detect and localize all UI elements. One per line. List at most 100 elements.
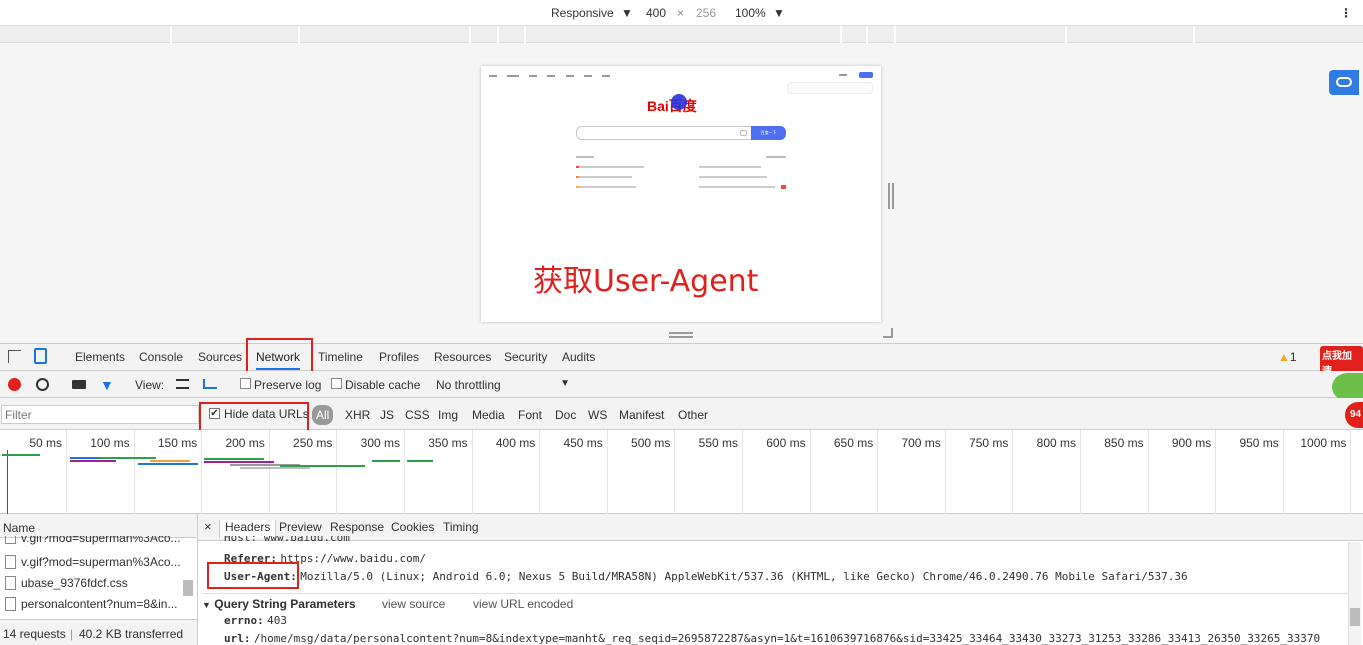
annotation-user-agent-box — [207, 562, 299, 589]
extension-badge[interactable]: 94 — [1345, 402, 1363, 428]
timeline-gridline — [877, 430, 879, 514]
emulated-page[interactable]: Bai百度 百度一下 获取User-Agent — [481, 66, 893, 338]
camera-icon[interactable] — [740, 130, 747, 136]
baidu-top-nav — [489, 73, 629, 77]
warning-count: 1 — [1289, 350, 1297, 364]
baidu-settings-link[interactable] — [839, 74, 847, 76]
more-options-icon[interactable]: ⋮ — [1340, 6, 1352, 20]
view-url-encoded-link[interactable]: view URL encoded — [473, 597, 573, 611]
param-row-errno: errno: 403 — [224, 613, 287, 627]
preserve-log-label: Preserve log — [254, 378, 322, 392]
timeline-tick-label: 200 ms — [225, 436, 265, 450]
tab-timing[interactable]: Timing — [443, 520, 479, 534]
file-icon — [5, 555, 16, 569]
tab-sources[interactable]: Sources — [198, 350, 242, 364]
height-input[interactable]: 256 — [690, 6, 722, 20]
request-list-header[interactable]: Name — [0, 514, 197, 538]
timeline-tick-label: 300 ms — [360, 436, 400, 450]
tab-cookies[interactable]: Cookies — [391, 520, 434, 534]
request-name: v.gif?mod=superman%3Aco... — [21, 555, 181, 569]
filter-type-other[interactable]: Other — [678, 408, 708, 422]
overview-icon[interactable] — [203, 379, 217, 389]
request-name: personalcontent?num=8&in... — [21, 597, 178, 611]
tab-resources[interactable]: Resources — [434, 350, 491, 364]
times-icon: × — [677, 6, 685, 20]
tab-security[interactable]: Security — [504, 350, 547, 364]
clear-icon[interactable] — [36, 378, 49, 391]
devtools-tabbar: Elements Console Sources Network Timelin… — [0, 344, 1363, 378]
tab-timeline[interactable]: Timeline — [318, 350, 363, 364]
filter-type-media[interactable]: Media — [472, 408, 505, 422]
cloud-extension-icon[interactable] — [1329, 70, 1359, 95]
timeline-overview[interactable]: 50 ms 100 ms 150 ms 200 ms 250 ms 300 ms 350 m… — [0, 430, 1363, 514]
media-query-ruler[interactable] — [0, 26, 1363, 43]
filter-type-doc[interactable]: Doc — [555, 408, 576, 422]
filter-input[interactable] — [1, 405, 199, 424]
tab-audits[interactable]: Audits — [562, 350, 595, 364]
filter-type-js[interactable]: JS — [380, 408, 394, 422]
filter-type-img[interactable]: Img — [438, 408, 458, 422]
warning-indicator[interactable]: ▲1 — [1278, 350, 1297, 364]
device-toggle-icon[interactable] — [34, 348, 47, 364]
timeline-gridline — [404, 430, 405, 514]
timeline-gridline — [66, 430, 67, 514]
timeline-tick-label: 400 ms — [495, 436, 536, 450]
throttling-select[interactable]: No throttling ▼ — [436, 378, 576, 392]
view-source-link[interactable]: view source — [382, 597, 445, 611]
filter-icon[interactable]: ▼ — [100, 377, 114, 393]
filter-type-ws[interactable]: WS — [588, 408, 607, 422]
timeline-tick-label: 450 ms — [563, 436, 603, 450]
request-name: v.gif?mod=superman%3Aco... — [21, 536, 181, 545]
resize-handle-bottom[interactable] — [669, 332, 693, 338]
width-input[interactable]: 400 — [640, 6, 672, 20]
tab-response[interactable]: Response — [330, 520, 384, 534]
timeline-tick-label: 900 ms — [1171, 436, 1212, 450]
timeline-tick-label: 1000 ms — [1300, 436, 1347, 450]
filter-type-all[interactable]: All — [312, 405, 334, 425]
errno-key: errno: — [224, 614, 264, 627]
timeline-gridline — [268, 430, 270, 514]
tab-preview[interactable]: Preview — [279, 520, 322, 534]
resize-corner-handle[interactable] — [883, 328, 893, 338]
inspect-element-icon[interactable] — [8, 350, 21, 363]
tab-elements[interactable]: Elements — [75, 350, 125, 364]
preserve-log-checkbox[interactable] — [240, 378, 251, 389]
request-list-scrollbar[interactable] — [183, 580, 193, 596]
extension-bug-icon[interactable] — [1332, 373, 1363, 401]
query-string-title: Query String Parameters — [214, 597, 356, 611]
list-item[interactable]: ubase_9376fdcf.css — [0, 573, 185, 593]
resize-handle-right[interactable] — [888, 183, 894, 209]
errno-value: 403 — [267, 614, 287, 627]
user-agent-value: Mozilla/5.0 (Linux; Android 6.0; Nexus 5… — [300, 570, 1188, 583]
tab-profiles[interactable]: Profiles — [379, 350, 419, 364]
timeline-tick-label: 650 ms — [833, 436, 874, 450]
detail-scrollbar[interactable] — [1348, 542, 1361, 645]
zoom-select[interactable]: 100% ▼ — [735, 6, 785, 20]
timeline-gridline — [336, 430, 338, 514]
device-mode-select[interactable]: Responsive ▼ — [551, 6, 633, 20]
close-detail-icon[interactable]: × — [204, 519, 212, 534]
baidu-search-button[interactable]: 百度一下 — [751, 126, 786, 140]
detail-tabbar: × Headers Preview Response Cookies Timin… — [198, 514, 1363, 541]
baidu-search-input[interactable] — [576, 126, 752, 140]
filter-type-css[interactable]: CSS — [405, 408, 430, 422]
disable-cache-checkbox[interactable] — [331, 378, 342, 389]
capture-screenshots-icon[interactable] — [72, 380, 86, 389]
list-item[interactable]: v.gif?mod=superman%3Aco... — [0, 552, 185, 572]
tab-console[interactable]: Console — [139, 350, 183, 364]
record-icon[interactable] — [8, 378, 21, 391]
timeline-gridline — [133, 430, 135, 514]
list-item[interactable]: personalcontent?num=8&in... — [0, 594, 185, 614]
query-string-section[interactable]: ▼ Query String Parameters view source vi… — [202, 593, 1352, 611]
request-list: Name v.gif?mod=superman%3Aco... v.gif?mo… — [0, 514, 198, 645]
filter-type-font[interactable]: Font — [518, 408, 542, 422]
device-toolbar: Responsive ▼ 400 × 256 100% ▼ ⋮ — [0, 0, 1363, 26]
timeline-gridline — [606, 430, 608, 514]
large-rows-icon[interactable] — [176, 379, 189, 389]
request-name: ubase_9376fdcf.css — [21, 576, 128, 590]
transferred-size: 40.2 KB transferred — [79, 627, 184, 641]
filter-type-xhr[interactable]: XHR — [345, 408, 370, 422]
baidu-login-button[interactable] — [859, 72, 873, 78]
filter-type-manifest[interactable]: Manifest — [619, 408, 664, 422]
list-item[interactable]: v.gif?mod=superman%3Aco... — [0, 536, 185, 546]
